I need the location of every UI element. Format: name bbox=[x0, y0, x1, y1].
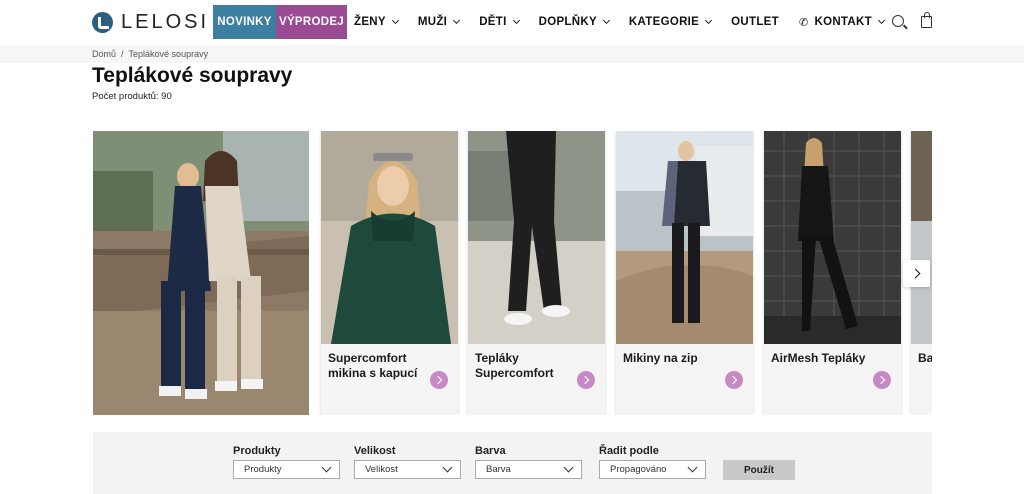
product-count: Počet produktů: 90 bbox=[92, 91, 172, 102]
nav-item-novinky[interactable]: NOVINKY bbox=[213, 5, 276, 39]
nav-label: DOPLŇKY bbox=[538, 16, 597, 28]
nav-item-doplnky[interactable]: DOPLŇKY bbox=[529, 5, 619, 39]
logo-icon bbox=[92, 12, 113, 33]
select-value: Produkty bbox=[244, 464, 282, 475]
category-card[interactable]: Supercomfort mikina s kapucí bbox=[321, 131, 458, 415]
filter-color: Barva Barva bbox=[475, 445, 582, 479]
breadcrumb-separator: / bbox=[121, 49, 124, 59]
nav-label: DĚTI bbox=[479, 16, 507, 28]
category-card[interactable]: Tepláky Supercomfort bbox=[468, 131, 605, 415]
hero-image bbox=[93, 131, 309, 415]
logo[interactable]: LELOSI bbox=[92, 11, 209, 34]
select-value: Propagováno bbox=[610, 464, 667, 475]
category-image bbox=[321, 131, 458, 344]
select-value: Barva bbox=[486, 464, 511, 475]
chevron-down-icon bbox=[391, 16, 399, 25]
logo-text: LELOSI bbox=[121, 11, 210, 33]
select-value: Velikost bbox=[365, 464, 398, 475]
apply-button[interactable]: Použít bbox=[723, 460, 795, 480]
size-select[interactable]: Velikost bbox=[354, 460, 461, 479]
chevron-down-icon bbox=[453, 16, 461, 25]
breadcrumb-home[interactable]: Domů bbox=[92, 49, 116, 59]
nav-label: VÝPRODEJ bbox=[278, 16, 345, 28]
nav-item-vyprodej[interactable]: VÝPRODEJ bbox=[276, 5, 347, 39]
filter-label: Řadit podle bbox=[599, 445, 659, 457]
chevron-down-icon bbox=[512, 16, 520, 25]
breadcrumb-current: Teplákové soupravy bbox=[128, 49, 209, 59]
nav-label: ŽENY bbox=[354, 16, 386, 28]
arrow-right-icon[interactable] bbox=[430, 371, 448, 389]
arrow-right-icon[interactable] bbox=[873, 371, 891, 389]
category-card[interactable]: AirMesh Tepláky bbox=[764, 131, 901, 415]
breadcrumb: Domů / Teplákové soupravy bbox=[92, 49, 208, 59]
nav-item-deti[interactable]: DĚTI bbox=[469, 5, 528, 39]
phone-icon: ✆ bbox=[798, 16, 809, 29]
shopping-bag-icon[interactable] bbox=[921, 12, 932, 28]
nav-label: NOVINKY bbox=[217, 16, 272, 28]
category-label: Ba bbox=[918, 351, 932, 365]
nav-label: KATEGORIE bbox=[628, 16, 700, 28]
chevron-down-icon bbox=[877, 16, 885, 25]
arrow-right-icon[interactable] bbox=[725, 371, 743, 389]
color-select[interactable]: Barva bbox=[475, 460, 582, 479]
category-image bbox=[911, 131, 932, 344]
filter-bar: Produkty Produkty Velikost Velikost Barv… bbox=[93, 432, 932, 494]
site-header: LELOSI NOVINKY VÝPRODEJ ŽENY MUŽI DĚTI D… bbox=[0, 0, 1024, 45]
category-label: AirMesh Tepláky bbox=[771, 351, 866, 365]
category-label: Mikiny na zip bbox=[623, 351, 698, 365]
nav-item-kategorie[interactable]: KATEGORIE bbox=[619, 5, 721, 39]
filter-sort: Řadit podle Propagováno bbox=[599, 445, 706, 479]
category-label: Supercomfort mikina s kapucí bbox=[328, 351, 418, 380]
products-select[interactable]: Produkty bbox=[233, 460, 340, 479]
filter-products: Produkty Produkty bbox=[233, 445, 340, 479]
category-label: Tepláky Supercomfort bbox=[475, 351, 554, 380]
search-icon[interactable] bbox=[892, 15, 904, 27]
filter-label: Produkty bbox=[233, 445, 281, 457]
nav-item-zeny[interactable]: ŽENY bbox=[347, 5, 408, 39]
category-image bbox=[764, 131, 901, 344]
filter-label: Barva bbox=[475, 445, 506, 457]
carousel-next-button[interactable] bbox=[903, 260, 930, 287]
sort-select[interactable]: Propagováno bbox=[599, 460, 706, 479]
category-image bbox=[616, 131, 753, 344]
filter-size: Velikost Velikost bbox=[354, 445, 461, 479]
nav-item-outlet[interactable]: OUTLET bbox=[721, 5, 789, 39]
category-image bbox=[468, 131, 605, 344]
nav-item-muzi[interactable]: MUŽI bbox=[408, 5, 469, 39]
main-nav: NOVINKY VÝPRODEJ ŽENY MUŽI DĚTI DOPLŇKY … bbox=[213, 5, 894, 39]
category-card[interactable]: Mikiny na zip bbox=[616, 131, 753, 415]
nav-item-kontakt[interactable]: ✆ KONTAKT bbox=[789, 5, 894, 39]
nav-label: MUŽI bbox=[417, 16, 448, 28]
chevron-down-icon bbox=[705, 16, 713, 25]
page-title: Teplákové soupravy bbox=[92, 64, 293, 87]
chevron-down-icon bbox=[602, 16, 610, 25]
category-carousel: Supercomfort mikina s kapucí Tepláky Sup… bbox=[93, 131, 932, 415]
arrow-right-icon[interactable] bbox=[577, 371, 595, 389]
nav-label: OUTLET bbox=[731, 16, 779, 28]
header-icons bbox=[892, 12, 932, 28]
nav-label: KONTAKT bbox=[814, 16, 872, 28]
filter-label: Velikost bbox=[354, 445, 396, 457]
hero-photo bbox=[93, 131, 309, 415]
